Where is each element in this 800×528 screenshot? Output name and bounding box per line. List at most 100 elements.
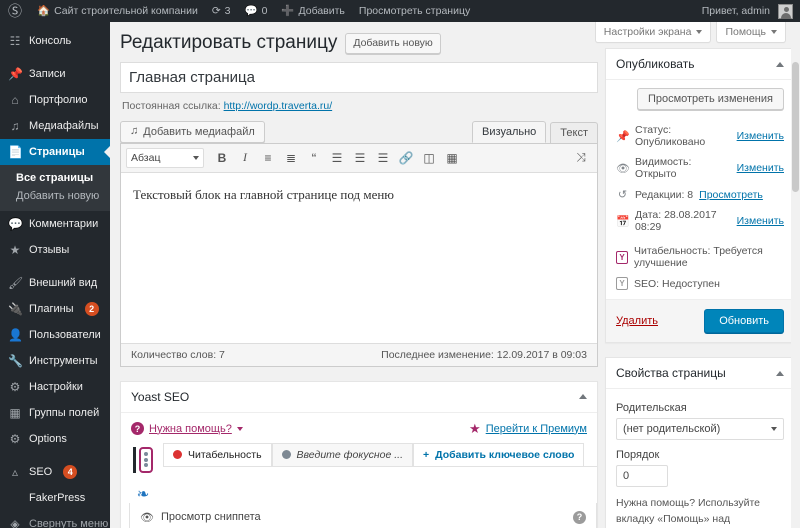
add-new-page-button[interactable]: Добавить новую (345, 32, 441, 55)
sidebar-item-media[interactable]: ♫ Медиафайлы (0, 113, 110, 139)
add-media-button[interactable]: ♫ Добавить медиафайл (120, 120, 265, 143)
yoast-help-label[interactable]: Нужна помощь? (149, 423, 232, 435)
yoast-premium-label[interactable]: Перейти к Премиум (486, 423, 587, 435)
last-modified-label: Последнее изменение: 12.09.2017 в 09:03 (381, 348, 587, 361)
page-attributes-body: Родительская (нет родительской) Порядок … (606, 389, 794, 528)
permalink-link[interactable]: http://wordp.traverta.ru/ (224, 100, 333, 112)
help-label: Помощь (725, 26, 766, 38)
comment-icon: 💬 (8, 217, 23, 231)
yoast-tab-readability[interactable]: Читабельность (163, 442, 272, 466)
yoast-seo-title: Yoast SEO (131, 389, 190, 404)
sidebar-item-options[interactable]: ⚙ Options (0, 426, 110, 452)
fullscreen-icon[interactable]: ⤨ (570, 148, 592, 168)
calendar-icon: 📅 (616, 215, 630, 228)
toggle-panel-icon[interactable] (776, 370, 784, 376)
sidebar-item-posts[interactable]: 📌 Записи (0, 61, 110, 87)
italic-icon[interactable]: I (234, 148, 256, 168)
sidebar-item-appearance[interactable]: 🖌 Внешний вид (0, 270, 110, 296)
toggle-panel-icon[interactable] (776, 61, 784, 67)
yoast-snippet-preview-header[interactable]: 👁 Просмотр сниппета ? (129, 502, 597, 528)
sidebar-item-settings[interactable]: ⚙ Настройки (0, 374, 110, 400)
help-button[interactable]: Помощь (716, 22, 786, 43)
sidebar-item-pages[interactable]: 📄 Страницы (0, 139, 110, 165)
page-scrollbar[interactable] (791, 22, 800, 528)
sidebar-item-seo[interactable]: ▵ SEO 4 (0, 459, 110, 485)
site-name-menu[interactable]: 🏠 Сайт строительной компании (30, 0, 205, 22)
tab-visual[interactable]: Визуально (472, 120, 547, 143)
align-left-icon[interactable]: ☰ (326, 148, 348, 168)
tab-text[interactable]: Текст (550, 121, 598, 143)
new-content-menu[interactable]: ➕ Добавить (274, 0, 351, 22)
post-title-input[interactable] (120, 61, 598, 93)
toggle-panel-icon[interactable] (579, 394, 587, 400)
parent-page-select[interactable]: (нет родительской) (616, 418, 784, 440)
editor-columns: Редактировать страницу Добавить новую По… (110, 22, 800, 528)
updates-count: 3 (224, 5, 231, 17)
align-right-icon[interactable]: ☰ (372, 148, 394, 168)
editor-sidebar-column: Опубликовать Просмотреть изменения 📌 Ста… (605, 48, 795, 528)
preview-changes-button[interactable]: Просмотреть изменения (636, 88, 784, 110)
editor-content-body[interactable]: Текстовый блок на главной странице под м… (121, 172, 597, 343)
edit-status-link[interactable]: Изменить (737, 130, 784, 142)
screen-options-button[interactable]: Настройки экрана (594, 22, 712, 43)
menu-order-input[interactable] (616, 465, 668, 487)
page-attributes-header: Свойства страницы (606, 358, 794, 389)
updates-menu[interactable]: ⟳ 3 (205, 0, 238, 22)
yoast-tab-add-keyword[interactable]: + Добавить ключевое слово (412, 442, 585, 466)
scrollbar-thumb[interactable] (792, 62, 799, 192)
admin-content-area: Настройки экрана Помощь Редактировать ст… (110, 22, 800, 528)
word-count-label: Количество слов: 7 (131, 348, 225, 361)
sidebar-item-dashboard[interactable]: ☷ Консоль (0, 28, 110, 54)
wordpress-logo-icon[interactable]: Ⓢ (0, 4, 30, 18)
yoast-icon: ▵ (11, 465, 19, 479)
sidebar-subitem-add-new[interactable]: Добавить новую (0, 187, 110, 205)
sidebar-item-reviews[interactable]: ★ Отзывы (0, 237, 110, 263)
yoast-tab-focus-keyword[interactable]: Введите фокусное ... (271, 442, 413, 466)
publish-visibility-row: 👁 Видимость: Открыто Изменить (606, 152, 794, 184)
bold-icon[interactable]: B (211, 148, 233, 168)
yoast-tab-label: Читабельность (188, 448, 262, 461)
content-analysis-icon[interactable] (139, 446, 153, 473)
update-button[interactable]: Обновить (704, 309, 784, 333)
view-page-link[interactable]: Просмотреть страницу (352, 0, 477, 22)
sidebar-item-users[interactable]: 👤 Пользователи (0, 322, 110, 348)
blockquote-icon[interactable]: “ (303, 148, 325, 168)
sidebar-item-fakerpress[interactable]: FakerPress (0, 485, 110, 511)
edit-visibility-link[interactable]: Изменить (737, 162, 784, 174)
question-circle-icon[interactable]: ? (573, 510, 586, 524)
home-icon: 🏠 (37, 4, 51, 17)
numbered-list-icon[interactable]: ≣ (280, 148, 302, 168)
comments-menu[interactable]: 💬 0 (238, 0, 275, 22)
my-account-menu[interactable]: Привет, admin (695, 0, 800, 22)
yoast-seo-score-text: SEO: Недоступен (634, 277, 720, 290)
sidebar-item-portfolio[interactable]: ⌂ Портфолио (0, 87, 110, 113)
yoast-icon: Y (616, 250, 628, 264)
sidebar-item-label: Группы полей (29, 407, 100, 419)
site-name-label: Сайт строительной компании (54, 5, 198, 17)
edit-date-link[interactable]: Изменить (737, 215, 784, 227)
browse-revisions-link[interactable]: Просмотреть (699, 189, 763, 201)
seo-issues-badge: 4 (63, 465, 78, 479)
sidebar-item-field-groups[interactable]: ▦ Группы полей (0, 400, 110, 426)
yoast-need-help[interactable]: ? Нужна помощь? (131, 422, 243, 436)
link-icon[interactable]: 🔗 (395, 148, 417, 168)
sidebar-item-plugins[interactable]: 🔌 Плагины 2 (0, 296, 110, 322)
align-center-icon[interactable]: ☰ (349, 148, 371, 168)
comments-count: 0 (261, 5, 268, 17)
toolbar-toggle-icon[interactable]: ▦ (441, 148, 463, 168)
share-icon[interactable]: ❧ (137, 485, 150, 503)
page-title: Редактировать страницу Добавить новую (120, 22, 598, 62)
add-media-label: Добавить медиафайл (143, 125, 255, 138)
delete-page-link[interactable]: Удалить (616, 315, 658, 327)
sidebar-item-label: Медиафайлы (29, 120, 99, 132)
paragraph-format-select[interactable]: Абзац (126, 147, 204, 168)
sidebar-item-collapse-menu[interactable]: ◈ Свернуть меню (0, 511, 110, 528)
yoast-go-premium[interactable]: ★ Перейти к Премиум (469, 421, 587, 437)
bullet-list-icon[interactable]: ≡ (257, 148, 279, 168)
read-more-icon[interactable]: ◫ (418, 148, 440, 168)
sidebar-item-tools[interactable]: 🔧 Инструменты (0, 348, 110, 374)
sidebar-item-comments[interactable]: 💬 Комментарии (0, 211, 110, 237)
sidebar-subitem-all-pages[interactable]: Все страницы (0, 169, 110, 187)
yoast-readability-row: Y Читабельность: Требуется улучшение (606, 241, 794, 273)
plugins-update-badge: 2 (84, 302, 99, 316)
